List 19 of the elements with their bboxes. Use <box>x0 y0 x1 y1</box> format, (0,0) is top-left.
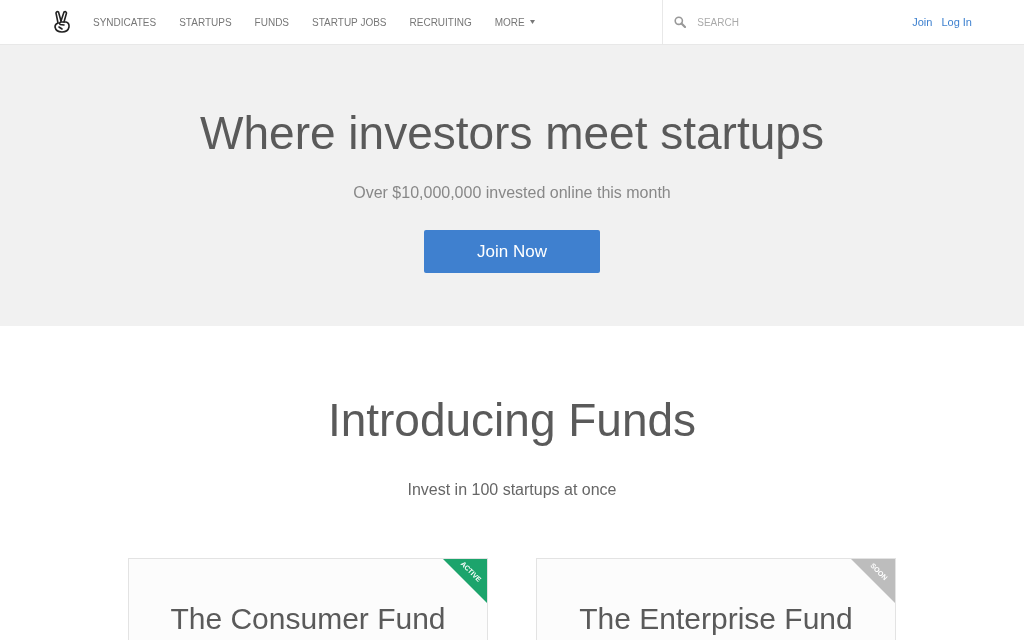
section-title: Introducing Funds <box>327 393 697 448</box>
nav-dropdown[interactable]: MORE <box>494 14 535 30</box>
nav-link[interactable]: RECRUITING <box>409 14 472 30</box>
hero-subtitle: Over $10,000,000 invested online this month <box>353 183 671 203</box>
search-field[interactable]: SEARCH <box>697 8 868 36</box>
auth-link[interactable]: Join <box>912 13 933 31</box>
auth-link[interactable]: Log In <box>941 13 972 31</box>
peace-hand-icon[interactable] <box>53 10 71 34</box>
nav-link[interactable]: STARTUPS <box>179 14 232 30</box>
nav-link[interactable]: SYNDICATES <box>93 14 157 30</box>
search-icon <box>674 16 687 28</box>
fund-card-title: The Enterprise Fund <box>579 602 853 636</box>
section-subtitle: Invest in 100 startups at once <box>407 480 617 500</box>
nav-link[interactable]: STARTUP JOBS <box>312 14 387 30</box>
nav-link[interactable]: FUNDS <box>254 14 290 30</box>
hero-title: Where investors meet startups <box>200 106 824 161</box>
fund-card-title: The Consumer Fund <box>170 602 446 636</box>
caret-icon <box>529 20 535 24</box>
join-now-button[interactable]: Join Now <box>424 230 600 273</box>
